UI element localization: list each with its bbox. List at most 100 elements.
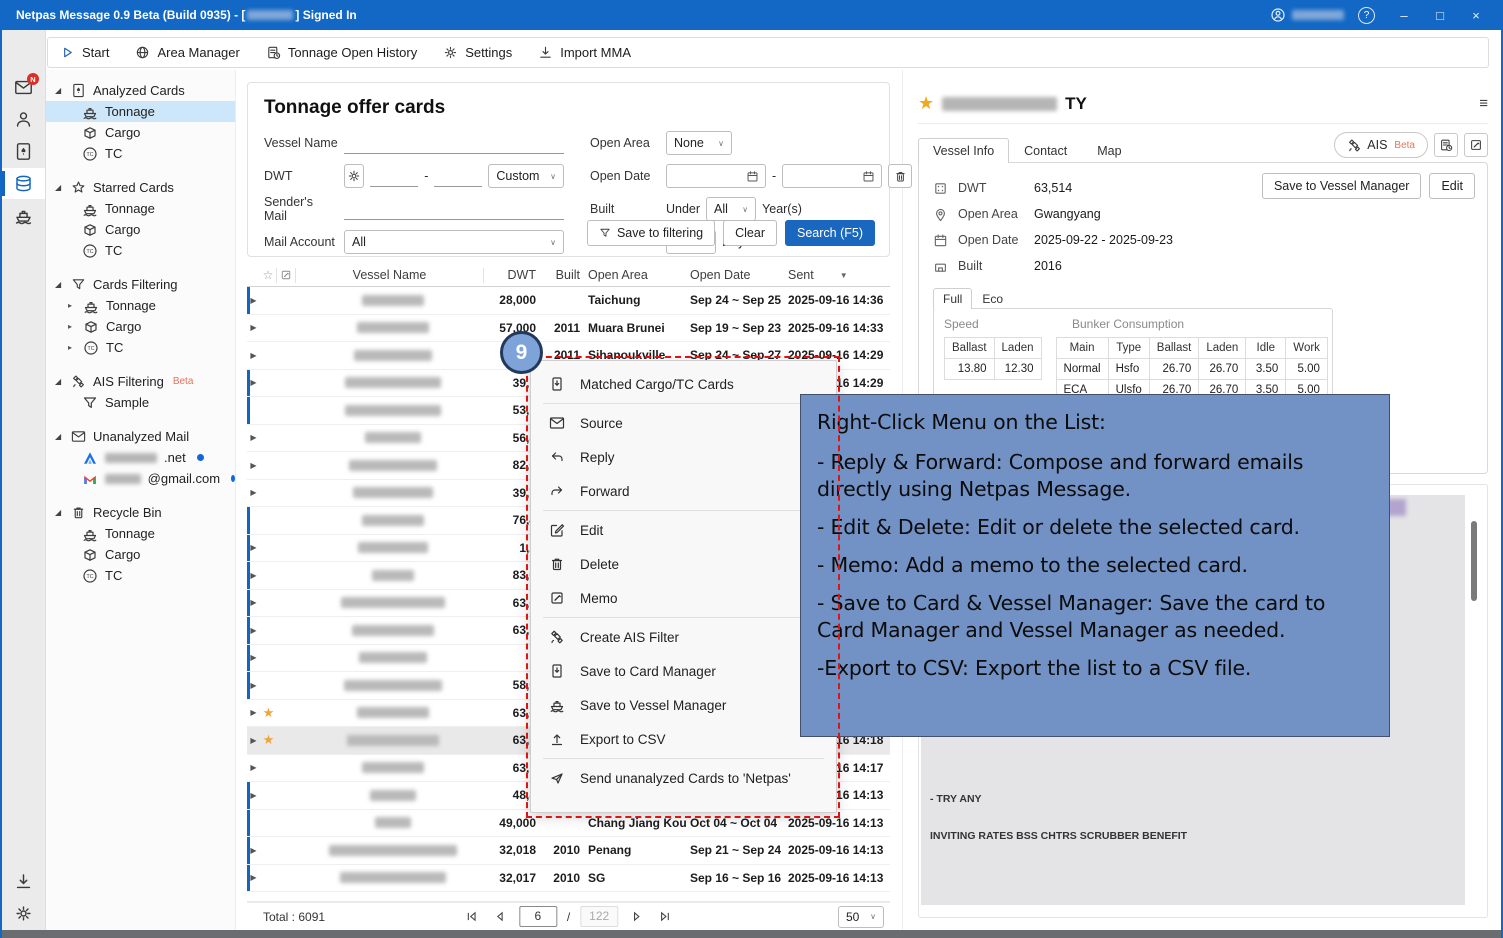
- sidebar-item-mail-account[interactable]: .net: [46, 447, 235, 468]
- table-row[interactable]: ▶32,0172010SGSep 16 ~ Sep 162025-09-16 1…: [247, 865, 890, 893]
- dwt-settings-button[interactable]: [344, 164, 364, 188]
- table-row[interactable]: 49,000Chang Jiang KouOct 04 ~ Oct 042025…: [247, 810, 890, 838]
- sidebar-section-analyzed-cards[interactable]: ◢Analyzed Cards: [46, 80, 235, 101]
- star-column-header[interactable]: ☆: [260, 268, 277, 283]
- edit-button[interactable]: Edit: [1429, 173, 1475, 199]
- dwt-preset-select[interactable]: Custom∨: [488, 164, 564, 188]
- row-star-icon[interactable]: ★: [260, 732, 277, 748]
- row-expand-icon[interactable]: ▶: [247, 433, 260, 442]
- rail-item-gear[interactable]: [2, 898, 45, 929]
- scrollbar-thumb[interactable]: [1471, 521, 1477, 601]
- toolbar-button-import-mma[interactable]: Import MMA: [538, 45, 631, 60]
- row-star-icon[interactable]: ★: [260, 705, 277, 721]
- page-size-select[interactable]: 50∨: [838, 906, 884, 928]
- sent-column-header[interactable]: Sent▼: [783, 268, 883, 283]
- memo-column-header[interactable]: [277, 268, 296, 283]
- row-expand-icon[interactable]: ▶: [247, 323, 260, 332]
- toolbar-button-tonnage-open-history[interactable]: Tonnage Open History: [266, 45, 417, 60]
- table-row[interactable]: ▶32,0182010PenangSep 21 ~ Sep 242025-09-…: [247, 837, 890, 865]
- sidebar-item-tc[interactable]: ▸TCTC: [46, 337, 235, 358]
- subtab-eco[interactable]: Eco: [972, 288, 1013, 309]
- sidebar-section-recycle-bin[interactable]: ◢Recycle Bin: [46, 502, 235, 523]
- sidebar-item-tc[interactable]: TCTC: [46, 565, 235, 586]
- dwt-max-input[interactable]: [434, 165, 482, 187]
- open-date-from-input[interactable]: [666, 164, 766, 188]
- sidebar-item-cargo[interactable]: Cargo: [46, 219, 235, 240]
- row-expand-icon[interactable]: ▶: [247, 763, 260, 772]
- next-page-button[interactable]: [628, 908, 646, 926]
- menu-item-forward[interactable]: Forward: [531, 474, 836, 508]
- sort-desc-icon[interactable]: ▼: [840, 271, 848, 280]
- search-button[interactable]: Search (F5): [785, 220, 875, 246]
- dwt-min-input[interactable]: [370, 165, 418, 187]
- clear-dates-button[interactable]: [888, 164, 912, 188]
- menu-item-source[interactable]: Source: [531, 406, 836, 440]
- sidebar-section-starred-cards[interactable]: ◢Starred Cards: [46, 177, 235, 198]
- mail-account-select[interactable]: All∨: [344, 230, 564, 254]
- sidebar-item-tonnage[interactable]: Tonnage: [46, 101, 235, 122]
- table-row[interactable]: ▶57,0002011Muara BruneiSep 19 ~ Sep 2320…: [247, 315, 890, 343]
- maximize-button[interactable]: □: [1425, 3, 1455, 27]
- rail-item-import[interactable]: [2, 866, 45, 897]
- tab-contact[interactable]: Contact: [1009, 138, 1082, 163]
- account-icon[interactable]: [1270, 7, 1286, 23]
- rail-item-cardsdb[interactable]: [2, 168, 45, 199]
- tab-map[interactable]: Map: [1082, 138, 1136, 163]
- menu-item-matched-cargo-tc-cards[interactable]: Matched Cargo/TC Cards: [531, 367, 836, 401]
- card-history-button[interactable]: [1434, 133, 1458, 157]
- sidebar-section-cards-filtering[interactable]: ◢Cards Filtering: [46, 274, 235, 295]
- clear-button[interactable]: Clear: [723, 220, 777, 246]
- built-select[interactable]: All∨: [706, 197, 756, 221]
- previous-page-button[interactable]: [491, 908, 509, 926]
- sidebar-item-tc[interactable]: TCTC: [46, 240, 235, 261]
- menu-item-edit[interactable]: Edit: [531, 513, 836, 547]
- row-expand-icon[interactable]: ▶: [247, 488, 260, 497]
- menu-item-save-to-card-manager[interactable]: Save to Card Manager: [531, 654, 836, 688]
- menu-item-create-ais-filter[interactable]: Create AIS Filter: [531, 620, 836, 654]
- minimize-button[interactable]: –: [1389, 3, 1419, 27]
- built-column-header[interactable]: Built: [536, 268, 580, 283]
- sidebar-item-tonnage[interactable]: ▸Tonnage: [46, 295, 235, 316]
- dwt-column-header[interactable]: DWT: [484, 268, 536, 283]
- rail-item-person[interactable]: [2, 104, 45, 135]
- menu-icon[interactable]: ≡: [1479, 95, 1488, 112]
- close-button[interactable]: ×: [1461, 3, 1491, 27]
- rail-item-cardspade[interactable]: [2, 136, 45, 167]
- sidebar-item-tonnage[interactable]: Tonnage: [46, 523, 235, 544]
- sidebar-item-sample[interactable]: Sample: [46, 392, 235, 413]
- rail-item-mail[interactable]: N: [2, 72, 45, 103]
- menu-item-delete[interactable]: Delete: [531, 547, 836, 581]
- vessel-name-input[interactable]: [344, 132, 564, 154]
- favorite-star-icon[interactable]: ★: [918, 93, 934, 114]
- open-date-column-header[interactable]: Open Date: [686, 268, 783, 283]
- first-page-button[interactable]: [463, 908, 481, 926]
- page-number-input[interactable]: 6: [519, 906, 557, 927]
- menu-item-reply[interactable]: Reply: [531, 440, 836, 474]
- menu-item-send-unanalyzed-cards-to-netpas-[interactable]: Send unanalyzed Cards to 'Netpas': [531, 761, 836, 795]
- sidebar-section-ais-filtering[interactable]: ◢AIS FilteringBeta: [46, 371, 235, 392]
- vessel-name-column-header[interactable]: Vessel Name: [296, 268, 484, 283]
- toolbar-button-start[interactable]: Start: [60, 45, 109, 60]
- sidebar-item-mail-account[interactable]: @gmail.com: [46, 468, 235, 489]
- open-area-column-header[interactable]: Open Area: [580, 268, 686, 283]
- menu-item-export-to-csv[interactable]: Export to CSV: [531, 722, 836, 756]
- menu-item-memo[interactable]: Memo: [531, 581, 836, 615]
- toolbar-button-settings[interactable]: Settings: [443, 45, 512, 60]
- sidebar-item-cargo[interactable]: Cargo: [46, 122, 235, 143]
- row-expand-icon[interactable]: ▶: [247, 351, 260, 360]
- toolbar-button-area-manager[interactable]: Area Manager: [135, 45, 239, 60]
- save-to-filtering-button[interactable]: Save to filtering: [587, 220, 715, 246]
- sidebar-item-cargo[interactable]: Cargo: [46, 544, 235, 565]
- tab-vessel-info[interactable]: Vessel Info: [918, 138, 1009, 163]
- last-page-button[interactable]: [656, 908, 674, 926]
- sidebar-item-tonnage[interactable]: Tonnage: [46, 198, 235, 219]
- save-to-vessel-manager-button[interactable]: Save to Vessel Manager: [1262, 173, 1422, 199]
- sidebar-section-unanalyzed-mail[interactable]: ◢Unanalyzed Mail: [46, 426, 235, 447]
- row-expand-icon[interactable]: ▶: [247, 736, 260, 745]
- open-area-select[interactable]: None∨: [666, 131, 732, 155]
- row-expand-icon[interactable]: ▶: [247, 461, 260, 470]
- rail-item-ship[interactable]: [2, 200, 45, 231]
- row-expand-icon[interactable]: ▶: [247, 708, 260, 717]
- help-button[interactable]: ?: [1358, 7, 1375, 24]
- sidebar-item-cargo[interactable]: ▸Cargo: [46, 316, 235, 337]
